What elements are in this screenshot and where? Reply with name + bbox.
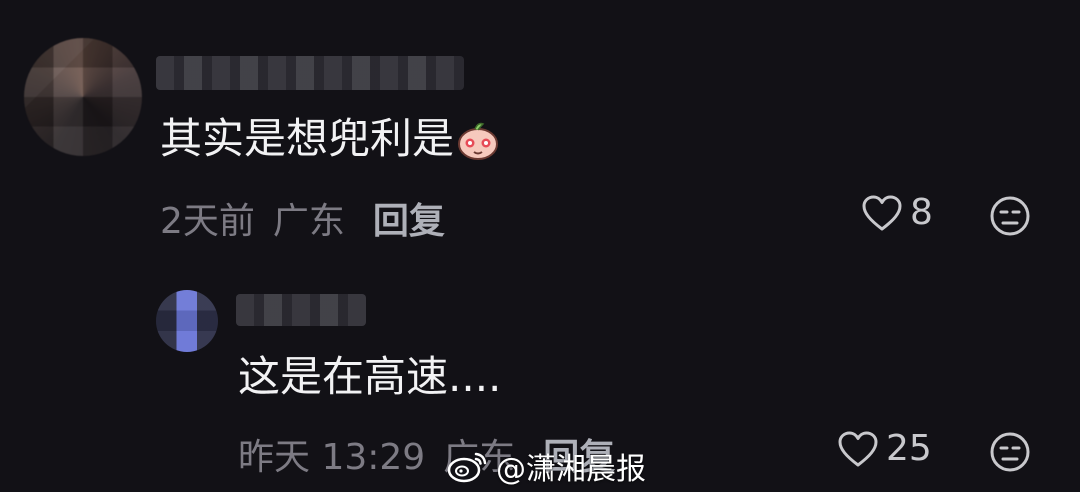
reply-button[interactable]: 回复 xyxy=(373,192,445,244)
dislike-face-icon[interactable] xyxy=(988,194,1032,238)
comment-text: 其实是想兜利是 xyxy=(160,114,500,164)
comment-text-content: 其实是想兜利是 xyxy=(160,114,455,163)
weibo-icon xyxy=(447,452,487,483)
blushing-peach-emoji-icon xyxy=(458,122,499,160)
heart-icon xyxy=(862,195,902,230)
commenter-name-blurred[interactable] xyxy=(156,56,464,90)
watermark-text: @潇湘晨报 xyxy=(496,452,646,487)
reply-like-button[interactable]: 25 xyxy=(836,428,932,469)
reply-commenter-name-blurred[interactable] xyxy=(236,294,366,326)
weibo-watermark: @潇湘晨报 xyxy=(446,444,646,488)
like-count: 8 xyxy=(910,192,933,233)
reply-like-count: 25 xyxy=(886,428,932,469)
reply-comment-time: 昨天 13:29 xyxy=(238,437,426,478)
dislike-face-icon[interactable] xyxy=(988,430,1032,474)
comment-location: 广东 xyxy=(272,201,345,242)
comment-time: 2天前 xyxy=(160,201,255,242)
like-button[interactable]: 8 xyxy=(860,192,933,233)
commenter-avatar[interactable] xyxy=(24,38,142,156)
reply-commenter-avatar[interactable] xyxy=(156,290,218,352)
comment-meta: 2天前 广东 回复 xyxy=(160,192,445,244)
reply-comment-text: 这是在高速.... xyxy=(238,352,502,401)
heart-icon xyxy=(838,431,878,466)
